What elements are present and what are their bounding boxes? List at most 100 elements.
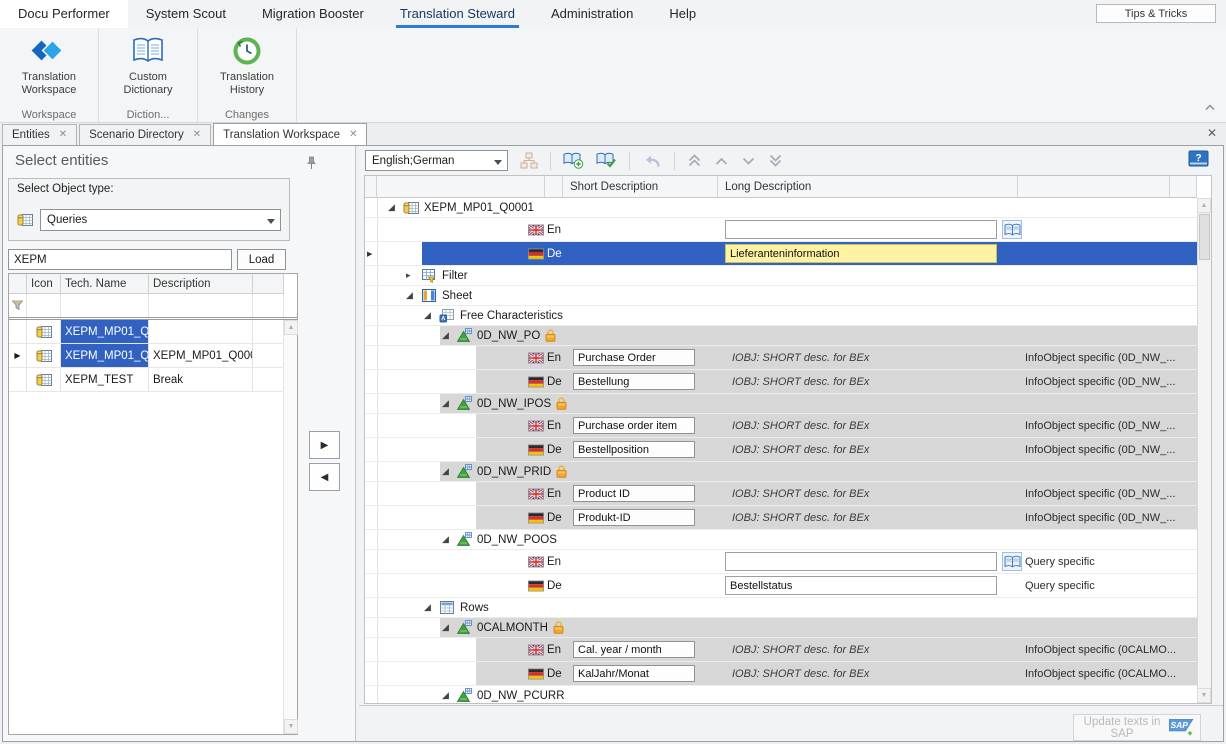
entity-row-xepm-testbreak[interactable]: XEPM_TESTBreak — [9, 368, 297, 392]
ribbon-collapse-icon[interactable] — [1204, 98, 1216, 116]
entity-row-xepm-mp01-q[interactable]: XEPM_MP01_Q... — [9, 320, 297, 344]
column-header-blank[interactable] — [545, 176, 563, 198]
previous-item-icon[interactable] — [714, 155, 729, 167]
tree-lang-row-en[interactable]: EnQuery specific — [365, 550, 1197, 574]
hierarchy-view-icon[interactable] — [520, 152, 538, 169]
column-header-description[interactable]: Description — [149, 274, 253, 294]
move-left-button[interactable]: ◀ — [309, 463, 340, 491]
entities-grid-filter-row[interactable] — [9, 294, 297, 320]
long-description-input[interactable] — [725, 220, 997, 239]
column-header-blank[interactable] — [377, 176, 545, 198]
tree-lang-row-de[interactable]: DeIOBJ: SHORT desc. for BExInfoObject sp… — [365, 370, 1197, 394]
collapse-icon[interactable]: ◢ — [442, 622, 452, 633]
add-to-dictionary-icon[interactable] — [563, 152, 584, 169]
entities-grid-scrollbar[interactable]: ▲ ▼ — [283, 320, 297, 734]
object-type-combobox[interactable]: Queries — [40, 209, 281, 231]
tab-close-icon[interactable]: ✕ — [349, 130, 357, 140]
tree-lang-row-en[interactable]: EnIOBJ: SHORT desc. for BExInfoObject sp… — [365, 414, 1197, 438]
tree-lang-row-de[interactable]: DeQuery specific — [365, 574, 1197, 598]
tab-close-icon[interactable]: ✕ — [193, 130, 201, 140]
column-header-blank[interactable] — [1018, 176, 1170, 198]
tree-lang-row-en[interactable]: EnIOBJ: SHORT desc. for BExInfoObject sp… — [365, 346, 1197, 370]
column-header-short-description[interactable]: Short Description — [563, 176, 718, 198]
tree-node-0d-nw-poos[interactable]: ◢0D_NW_POOS — [365, 530, 1197, 550]
collapse-icon[interactable]: ◢ — [442, 534, 452, 545]
load-button[interactable]: Load — [237, 249, 286, 270]
column-header-blank[interactable] — [1170, 176, 1197, 198]
last-item-icon[interactable] — [768, 153, 783, 168]
long-description-input[interactable] — [725, 244, 997, 263]
scrollbar-thumb[interactable] — [1199, 214, 1210, 260]
move-right-button[interactable]: ▶ — [309, 431, 340, 459]
tree-node-xepm-mp01-q0001[interactable]: ◢XEPM_MP01_Q0001 — [365, 198, 1197, 218]
help-icon[interactable]: ? — [1188, 150, 1209, 167]
filter-row-cell[interactable] — [9, 294, 27, 317]
tree-node-0d-nw-po[interactable]: ◢0D_NW_PO — [365, 326, 1197, 346]
column-header-blank[interactable] — [365, 176, 377, 198]
filter-cell[interactable] — [61, 294, 149, 317]
dictionary-lookup-button[interactable] — [1002, 220, 1022, 239]
tree-lang-row-en[interactable]: EnIOBJ: SHORT desc. for BExInfoObject sp… — [365, 638, 1197, 662]
long-description-input[interactable] — [725, 552, 997, 571]
next-item-icon[interactable] — [741, 155, 756, 167]
update-texts-button[interactable]: Update texts in SAP SAP — [1073, 714, 1201, 741]
tree-lang-row-en[interactable]: EnIOBJ: SHORT desc. for BExInfoObject sp… — [365, 482, 1197, 506]
filter-cell[interactable] — [27, 294, 61, 317]
tree-lang-row-en[interactable]: En — [365, 218, 1197, 242]
tree-node-filter[interactable]: ▸Filter — [365, 266, 1197, 286]
tree-lang-row-de[interactable]: ▶De — [365, 242, 1197, 266]
short-description-input[interactable] — [573, 665, 695, 682]
collapse-icon[interactable]: ◢ — [388, 202, 398, 213]
ribbon-button-translation-history[interactable]: Translation History — [208, 33, 286, 97]
collapse-icon[interactable]: ◢ — [406, 290, 416, 301]
scroll-up-icon[interactable]: ▲ — [1197, 198, 1211, 213]
collapse-icon[interactable]: ◢ — [442, 398, 452, 409]
apply-dictionary-icon[interactable] — [596, 152, 617, 169]
entity-description[interactable] — [149, 320, 253, 344]
entity-description[interactable]: XEPM_MP01_Q0002 — [149, 344, 253, 368]
menu-item-translation-steward[interactable]: Translation Steward — [382, 0, 533, 28]
entity-search-input[interactable] — [8, 249, 232, 270]
short-description-input[interactable] — [573, 441, 695, 458]
filter-cell[interactable] — [149, 294, 253, 317]
tree-scrollbar[interactable]: ▲ ▼ — [1197, 198, 1211, 703]
collapse-icon[interactable]: ◢ — [424, 310, 434, 321]
dictionary-lookup-button[interactable] — [1002, 552, 1022, 571]
language-pair-combobox[interactable]: English;German — [365, 150, 508, 171]
tree-node-0d-nw-prid[interactable]: ◢0D_NW_PRID — [365, 462, 1197, 482]
tabbar-close-icon[interactable]: ✕ — [1207, 127, 1217, 139]
column-header-long-description[interactable]: Long Description — [718, 176, 1018, 198]
tree-node-rows[interactable]: ◢Rows — [365, 598, 1197, 618]
short-description-input[interactable] — [573, 417, 695, 434]
entity-tech-name[interactable]: XEPM_TEST — [61, 368, 149, 392]
menu-item-system-scout[interactable]: System Scout — [128, 0, 244, 28]
tab-scenario-directory[interactable]: Scenario Directory✕ — [79, 124, 211, 145]
collapse-icon[interactable]: ◢ — [442, 690, 452, 701]
filter-cell[interactable] — [253, 294, 284, 317]
short-description-input[interactable] — [573, 641, 695, 658]
collapse-icon[interactable]: ◢ — [442, 330, 452, 341]
tips-and-tricks-button[interactable]: Tips & Tricks — [1096, 4, 1216, 23]
column-header-blank[interactable] — [9, 274, 27, 294]
first-item-icon[interactable] — [687, 153, 702, 168]
collapse-icon[interactable]: ◢ — [424, 602, 434, 613]
tree-lang-row-de[interactable]: DeIOBJ: SHORT desc. for BExInfoObject sp… — [365, 506, 1197, 530]
menu-item-docu-performer[interactable]: Docu Performer — [0, 0, 128, 28]
entity-tech-name[interactable]: XEPM_MP01_Q... — [61, 344, 149, 368]
undo-icon[interactable] — [642, 153, 662, 169]
scroll-down-icon[interactable]: ▼ — [284, 719, 298, 734]
scroll-down-icon[interactable]: ▼ — [1197, 688, 1211, 703]
tree-node-0d-nw-pcurr[interactable]: ◢0D_NW_PCURR — [365, 686, 1197, 703]
ribbon-button-custom-dictionary[interactable]: Custom Dictionary — [109, 33, 187, 97]
tree-lang-row-de[interactable]: DeIOBJ: SHORT desc. for BExInfoObject sp… — [365, 438, 1197, 462]
menu-item-administration[interactable]: Administration — [533, 0, 651, 28]
tree-node-sheet[interactable]: ◢Sheet — [365, 286, 1197, 306]
tab-translation-workspace[interactable]: Translation Workspace✕ — [213, 123, 367, 145]
entity-tech-name[interactable]: XEPM_MP01_Q... — [61, 320, 149, 344]
tree-node-0calmonth[interactable]: ◢0CALMONTH — [365, 618, 1197, 638]
tree-node-free-characteristics[interactable]: ◢Free Characteristics — [365, 306, 1197, 326]
column-header-blank[interactable] — [253, 274, 284, 294]
menu-item-migration-booster[interactable]: Migration Booster — [244, 0, 382, 28]
short-description-input[interactable] — [573, 509, 695, 526]
column-header-icon[interactable]: Icon — [27, 274, 61, 294]
